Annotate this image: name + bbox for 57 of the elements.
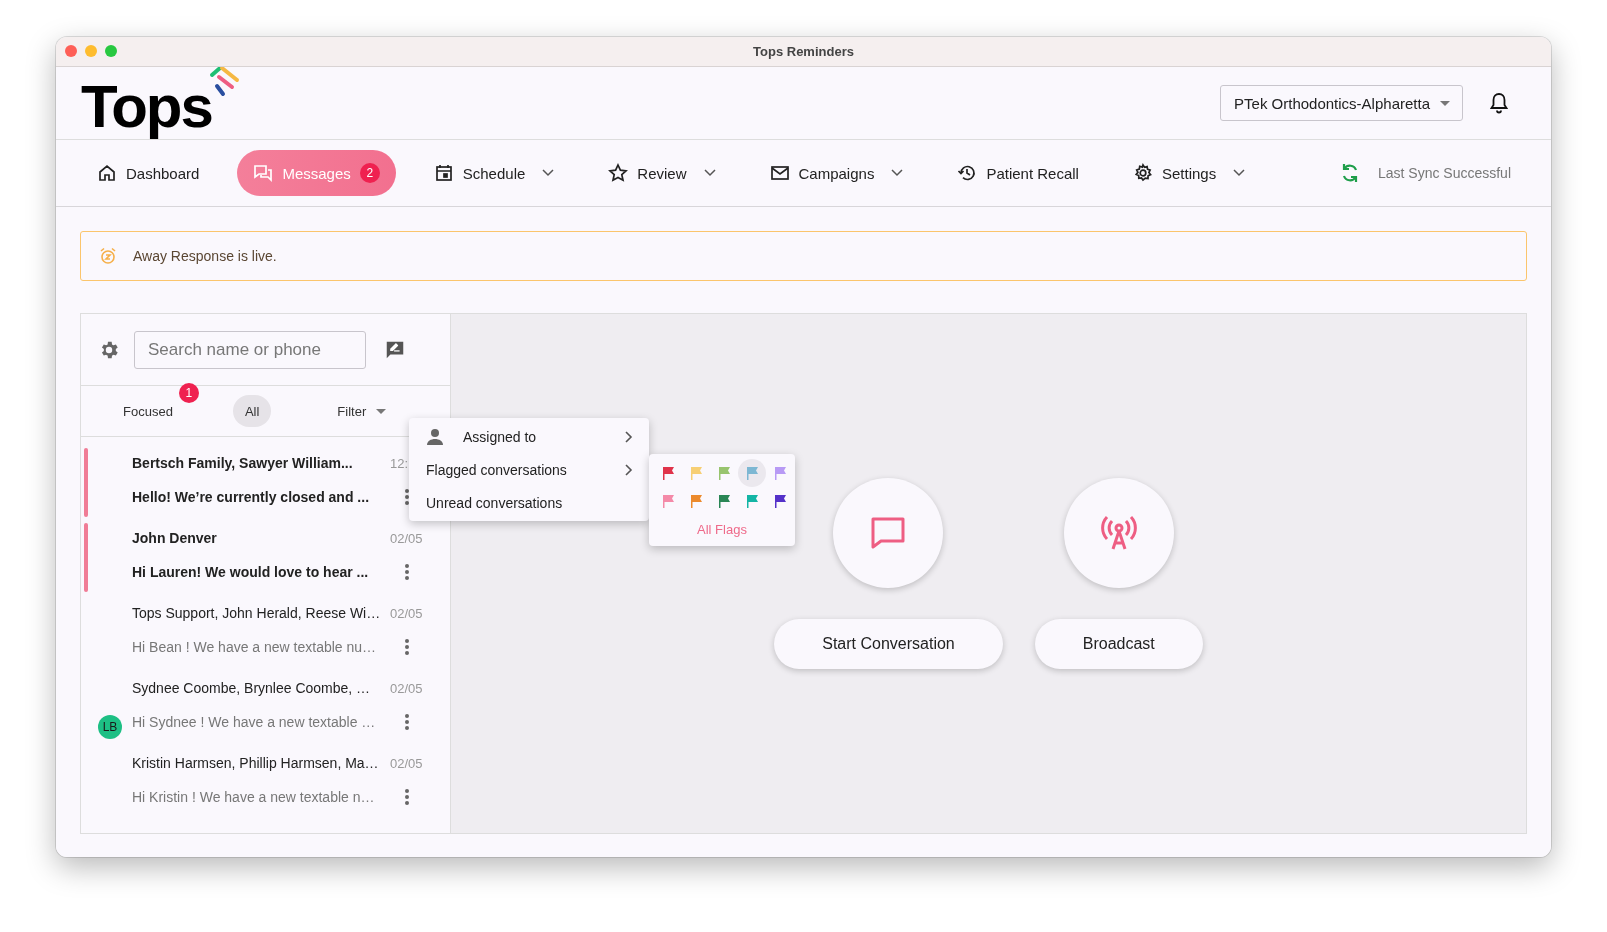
nav-tab[interactable]: Review bbox=[592, 150, 732, 196]
alarm-clock-icon bbox=[99, 247, 117, 265]
message-preview: Hi Lauren! We would love to hear ... bbox=[132, 564, 369, 580]
menu-item[interactable]: Flagged conversations bbox=[409, 453, 649, 486]
more-icon[interactable] bbox=[404, 713, 410, 731]
more-icon[interactable] bbox=[404, 638, 410, 656]
message-time: 12: bbox=[390, 455, 410, 471]
menu-item[interactable]: Assigned to bbox=[409, 420, 649, 453]
contact-name: Bertsch Family, Sawyer William... bbox=[132, 455, 353, 471]
contact-name: Sydnee Coombe, Brynlee Coombe, … bbox=[132, 680, 371, 696]
chat-icon bbox=[253, 163, 274, 183]
calendar-icon bbox=[433, 163, 454, 183]
home-icon bbox=[97, 163, 117, 183]
count-badge: 1 bbox=[178, 383, 199, 403]
search-field[interactable]: Search name or phone bbox=[134, 330, 366, 369]
filter-tab[interactable]: All bbox=[232, 395, 272, 427]
message-preview: Hi Sydnee ! We have a new textable … bbox=[132, 714, 376, 730]
contact-name: Tops Support, John Herald, Reese Wi… bbox=[132, 605, 381, 621]
message-preview: Hi Kristin ! We have a new textable n… bbox=[132, 789, 375, 805]
avatar: LB bbox=[98, 715, 122, 739]
nav-tab[interactable]: Campaigns bbox=[753, 150, 920, 196]
location-dropdown[interactable]: PTek Orthodontics-Alpharetta bbox=[1220, 85, 1463, 121]
message-preview: Hello! We’re currently closed and ... bbox=[132, 489, 370, 505]
caret-icon bbox=[376, 408, 387, 414]
message-time: 02/05 bbox=[390, 755, 424, 771]
nav-tab[interactable]: Settings bbox=[1116, 150, 1262, 196]
history-icon bbox=[957, 163, 978, 183]
contact-name: John Denver bbox=[132, 530, 217, 546]
message-time: 02/05 bbox=[390, 680, 424, 696]
banner-text: Away Response is live. bbox=[133, 248, 277, 264]
close-button[interactable] bbox=[65, 45, 77, 57]
caret-icon bbox=[1440, 100, 1450, 106]
nav-tab[interactable]: Schedule bbox=[417, 150, 571, 196]
mail-icon bbox=[769, 163, 790, 183]
more-icon[interactable] bbox=[404, 488, 410, 506]
message-time: 02/05 bbox=[390, 605, 424, 621]
action-button[interactable]: Start Conversation bbox=[774, 619, 1003, 669]
contact-name: Kristin Harmsen, Phillip Harmsen, Ma… bbox=[132, 755, 379, 771]
maximize-button[interactable] bbox=[105, 45, 117, 57]
count-badge: 2 bbox=[359, 163, 380, 183]
nav-tab[interactable]: Patient Recall bbox=[941, 150, 1095, 196]
message-time: 02/05 bbox=[390, 530, 424, 546]
bell-icon[interactable] bbox=[1489, 92, 1509, 114]
filter-dropdown[interactable]: Filter bbox=[331, 402, 393, 420]
more-icon[interactable] bbox=[404, 788, 410, 806]
message-preview: Hi Bean ! We have a new textable nu… bbox=[132, 639, 377, 655]
person-icon bbox=[426, 427, 444, 446]
menu-item[interactable]: Unread conversations bbox=[409, 486, 649, 519]
sync-status: Last Sync Successful bbox=[1377, 165, 1511, 181]
nav-tab[interactable]: Dashboard bbox=[81, 150, 216, 196]
window-title: Tops Reminders bbox=[753, 44, 854, 59]
nav-tab[interactable]: Messages 2 bbox=[237, 150, 396, 196]
more-icon[interactable] bbox=[404, 563, 410, 581]
star-icon bbox=[608, 163, 629, 183]
settings-icon bbox=[1132, 163, 1153, 183]
logo-text: Tops bbox=[81, 77, 212, 137]
action-button[interactable]: Broadcast bbox=[1034, 619, 1203, 669]
